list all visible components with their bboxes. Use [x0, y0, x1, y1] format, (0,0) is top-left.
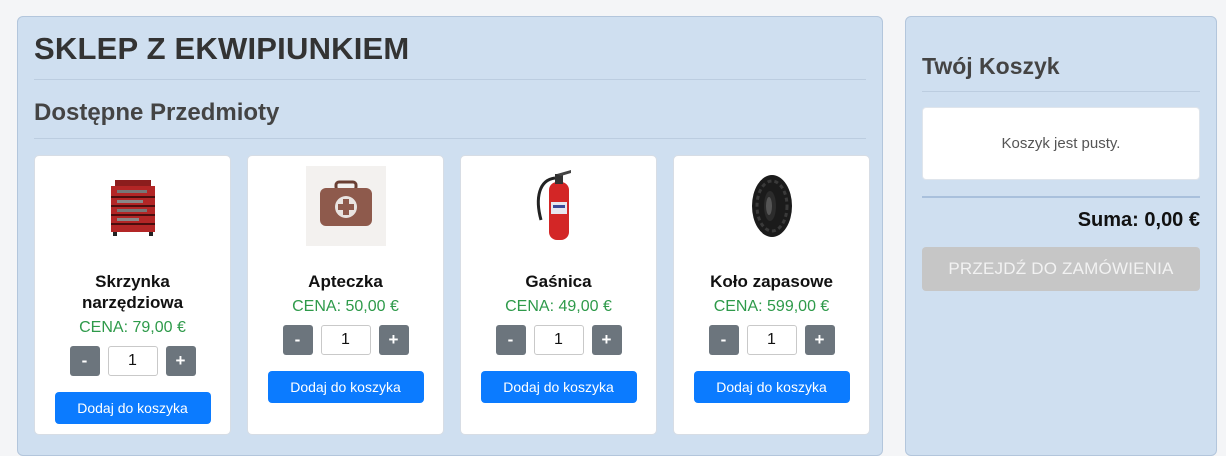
product-card-toolbox: Skrzynka narzędziowa CENA: 79,00 € - 1 +…	[34, 155, 231, 435]
cart-total: Suma: 0,00 €	[1077, 209, 1200, 231]
add-to-cart-button[interactable]: Dodaj do koszyka	[480, 371, 637, 403]
product-name: Koło zapasowe	[710, 272, 833, 291]
decrease-button[interactable]: -	[708, 325, 739, 355]
toolbox-icon	[93, 166, 173, 246]
increase-button[interactable]: +	[165, 346, 196, 376]
product-card-first-aid: Apteczka CENA: 50,00 € - 1 + Dodaj do ko…	[247, 155, 444, 435]
divider	[922, 91, 1200, 92]
increase-button[interactable]: +	[378, 325, 409, 355]
shop-title: SKLEP Z EKWIPIUNKIEM	[34, 31, 410, 66]
tire-icon	[732, 166, 812, 246]
product-price: CENA: 49,00 €	[505, 298, 612, 315]
quantity-stepper: - 1 +	[35, 346, 230, 376]
quantity-input[interactable]: 1	[107, 346, 158, 376]
quantity-input[interactable]: 1	[746, 325, 797, 355]
product-name: Gaśnica	[525, 272, 592, 291]
divider	[34, 138, 866, 139]
product-name: Skrzynka narzędziowa	[81, 272, 184, 312]
product-card-extinguisher: Gaśnica CENA: 49,00 € - 1 + Dodaj do kos…	[460, 155, 657, 435]
divider	[922, 196, 1200, 198]
decrease-button[interactable]: -	[69, 346, 100, 376]
product-price: CENA: 79,00 €	[79, 319, 186, 336]
quantity-input[interactable]: 1	[320, 325, 371, 355]
cart-panel: Twój Koszyk Koszyk jest pusty. Suma: 0,0…	[905, 16, 1217, 456]
cart-title: Twój Koszyk	[922, 53, 1060, 79]
product-card-tire: Koło zapasowe CENA: 599,00 € - 1 + Dodaj…	[673, 155, 870, 435]
decrease-button[interactable]: -	[282, 325, 313, 355]
add-to-cart-button[interactable]: Dodaj do koszyka	[267, 371, 424, 403]
add-to-cart-button[interactable]: Dodaj do koszyka	[54, 392, 211, 424]
checkout-button[interactable]: PRZEJDŹ DO ZAMÓWIENIA	[922, 247, 1200, 291]
quantity-stepper: - 1 +	[248, 325, 443, 355]
first-aid-kit-icon	[305, 166, 386, 246]
decrease-button[interactable]: -	[495, 325, 526, 355]
product-price: CENA: 599,00 €	[713, 298, 830, 315]
quantity-input[interactable]: 1	[533, 325, 584, 355]
divider	[34, 79, 866, 80]
cart-empty-message: Koszyk jest pusty.	[922, 107, 1200, 180]
section-title: Dostępne Przedmioty	[34, 99, 280, 126]
increase-button[interactable]: +	[591, 325, 622, 355]
product-name: Apteczka	[308, 272, 383, 291]
quantity-stepper: - 1 +	[461, 325, 656, 355]
fire-extinguisher-icon	[519, 166, 599, 246]
quantity-stepper: - 1 +	[674, 325, 869, 355]
product-price: CENA: 50,00 €	[292, 298, 399, 315]
shop-panel: SKLEP Z EKWIPIUNKIEM Dostępne Przedmioty…	[17, 16, 883, 456]
increase-button[interactable]: +	[804, 325, 835, 355]
add-to-cart-button[interactable]: Dodaj do koszyka	[693, 371, 850, 403]
